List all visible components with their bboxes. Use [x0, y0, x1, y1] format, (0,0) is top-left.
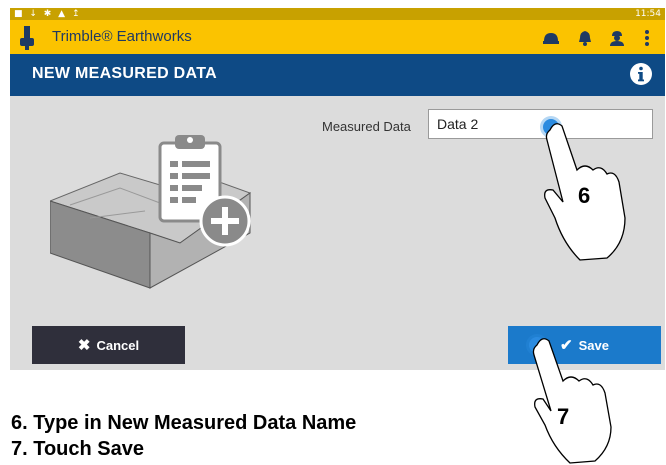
status-bar: ■ ↓ ✱ ▲ ↥ 11:54: [10, 8, 665, 20]
close-icon: ✖: [77, 337, 91, 354]
instruction-step-6: 6. Type in New Measured Data Name: [11, 412, 357, 434]
status-time: 11:54: [635, 9, 661, 19]
more-vertical-icon[interactable]: [638, 29, 656, 47]
info-icon[interactable]: [629, 62, 653, 86]
step-7-number: 7: [557, 404, 570, 429]
instruction-step-7: 7. Touch Save: [11, 438, 145, 460]
bell-icon[interactable]: [576, 29, 594, 47]
trimble-logo-icon: [20, 26, 34, 50]
pointing-hand-icon: [532, 338, 612, 464]
measured-data-label: Measured Data: [322, 119, 411, 134]
operator-icon[interactable]: [608, 29, 626, 47]
app-title: Trimble® Earthworks: [52, 28, 192, 45]
page-title: NEW MEASURED DATA: [32, 65, 217, 82]
page-header: NEW MEASURED DATA: [10, 54, 665, 96]
app-bar: Trimble® Earthworks: [10, 20, 665, 54]
step-6-number: 6: [578, 183, 591, 208]
cancel-label: Cancel: [96, 337, 140, 353]
helmet-icon[interactable]: [542, 29, 560, 47]
cancel-button[interactable]: ✖ Cancel: [32, 326, 185, 364]
status-icons: ■ ↓ ✱ ▲ ↥: [14, 9, 82, 19]
instructions: 6. Type in New Measured Data Name 7. Tou…: [11, 410, 356, 462]
measured-data-illustration: [50, 135, 252, 289]
